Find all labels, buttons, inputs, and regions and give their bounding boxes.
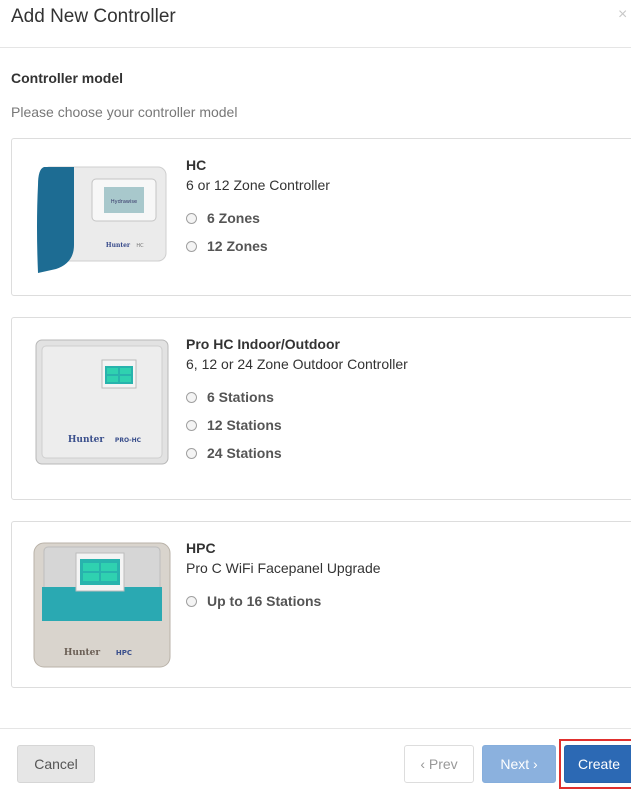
option-12-stations[interactable]: 12 Stations [186,415,282,435]
radio-6-stations[interactable] [186,391,197,403]
radio-up-to-16-stations[interactable] [186,595,197,607]
hc-controller-image: Hydrawise Hunter HC [37,166,167,273]
option-up-to-16-stations[interactable]: Up to 16 Stations [186,591,321,611]
pro-hc-brand-text: Hunter [68,435,104,445]
section-hint: Please choose your controller model [11,104,238,120]
model-card-pro-hc[interactable]: Hunter PRO-HC Pro HC Indoor/Outdoor 6, 1… [11,317,631,500]
modal-title: Add New Controller [11,6,176,27]
model-card-hc[interactable]: Hydrawise Hunter HC HC 6 or 12 Zone Cont… [11,138,631,296]
option-6-zones[interactable]: 6 Zones [186,208,260,228]
section-label: Controller model [11,70,124,86]
svg-text:Hydrawise: Hydrawise [111,199,137,205]
pro-hc-model-text: PRO-HC [115,437,142,444]
radio-24-stations[interactable] [186,447,197,459]
next-button[interactable]: Next › [482,745,556,783]
close-icon[interactable]: × [618,6,627,24]
option-24-stations[interactable]: 24 Stations [186,443,282,463]
model-title-pro-hc: Pro HC Indoor/Outdoor [186,336,340,352]
model-title-hc: HC [186,157,207,173]
radio-6-zones[interactable] [186,212,197,224]
option-label: 6 Stations [207,389,274,405]
model-desc-hpc: Pro C WiFi Facepanel Upgrade [186,560,381,576]
option-label: 12 Stations [207,417,282,433]
hc-brand-text: Hunter [106,242,131,249]
model-desc-pro-hc: 6, 12 or 24 Zone Outdoor Controller [186,356,408,372]
radio-12-stations[interactable] [186,419,197,431]
prev-button[interactable]: ‹ Prev [404,745,474,783]
option-6-stations[interactable]: 6 Stations [186,387,274,407]
pro-hc-controller-image: Hunter PRO-HC [35,339,169,465]
option-label: 6 Zones [207,210,260,226]
create-button[interactable]: Create [564,745,631,783]
option-label: Up to 16 Stations [207,593,322,609]
option-label: 24 Stations [207,445,282,461]
modal-header: Add New Controller × [0,0,631,48]
hpc-brand-text: Hunter [64,648,100,658]
radio-12-zones[interactable] [186,240,197,252]
hc-model-text: HC [136,243,144,249]
option-12-zones[interactable]: 12 Zones [186,236,268,256]
hpc-controller-image: Hunter HPC [33,542,171,668]
option-label: 12 Zones [207,238,268,254]
model-card-hpc[interactable]: Hunter HPC HPC Pro C WiFi Facepanel Upgr… [11,521,631,688]
model-desc-hc: 6 or 12 Zone Controller [186,177,330,193]
cancel-button[interactable]: Cancel [17,745,95,783]
hpc-model-text: HPC [116,649,132,657]
model-title-hpc: HPC [186,540,216,556]
